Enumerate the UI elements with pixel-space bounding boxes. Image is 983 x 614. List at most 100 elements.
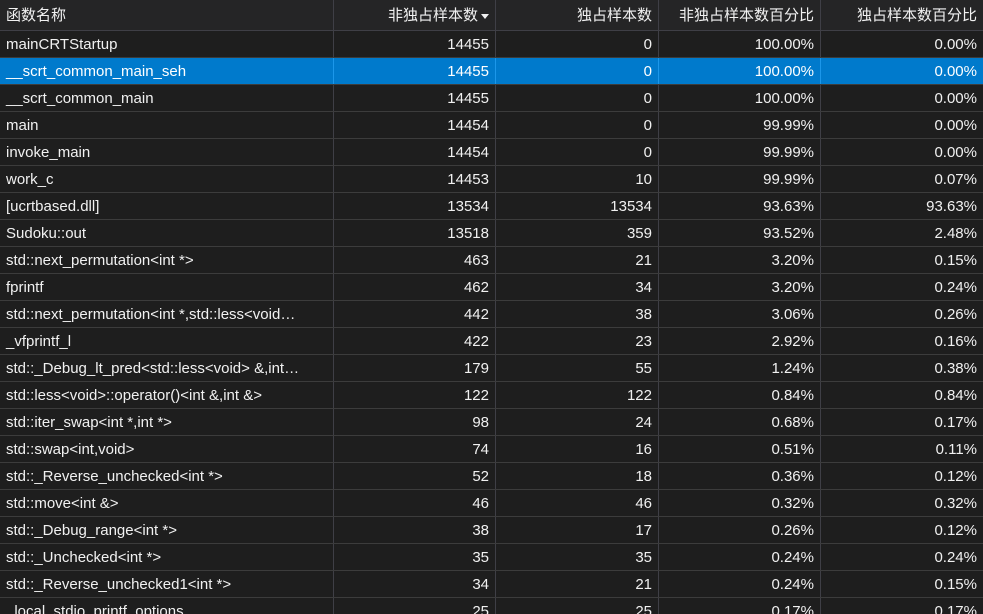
cell-exclusive-samples: 35 <box>496 544 659 570</box>
cell-function-name: std::next_permutation<int *> <box>0 247 334 273</box>
function-summary-grid: 函数名称 非独占样本数 独占样本数 非独占样本数百分比 独占样本数百分比 mai… <box>0 0 983 614</box>
cell-exclusive-percent: 0.17% <box>934 414 977 431</box>
cell-inclusive-percent: 93.52% <box>659 220 821 246</box>
cell-inclusive-percent: 0.36% <box>659 463 821 489</box>
table-row[interactable]: std::iter_swap<int *,int *> 98 24 0.68% 0.17… <box>0 409 983 436</box>
cell-function-name: __scrt_common_main <box>0 85 334 111</box>
cell-inclusive-percent: 100.00% <box>659 85 821 111</box>
cell-exclusive-percent: 93.63% <box>926 198 977 215</box>
cell-exclusive-percent: 0.32% <box>934 495 977 512</box>
column-header-label: 非独占样本数百分比 <box>678 7 814 24</box>
column-header-inclusive-percent[interactable]: 非独占样本数百分比 <box>659 0 821 30</box>
cell-inclusive-samples: 34 <box>334 571 496 597</box>
cell-exclusive-percent: 0.12% <box>934 468 977 485</box>
cell-inclusive-percent: 1.24% <box>659 355 821 381</box>
table-row[interactable]: Sudoku::out 13518 359 93.52% 2.48% <box>0 220 983 247</box>
cell-exclusive-percent: 0.00% <box>934 63 977 80</box>
cell-inclusive-percent: 0.24% <box>659 544 821 570</box>
table-row[interactable]: std::_Debug_lt_pred<std::less<void> &,in… <box>0 355 983 382</box>
cell-inclusive-percent: 99.99% <box>659 112 821 138</box>
cell-exclusive-percent: 0.24% <box>934 549 977 566</box>
cell-function-name: std::move<int &> <box>0 490 334 516</box>
column-header-function-name[interactable]: 函数名称 <box>0 0 334 30</box>
cell-function-name: mainCRTStartup <box>0 31 334 57</box>
table-row[interactable]: fprintf 462 34 3.20% 0.24% <box>0 274 983 301</box>
cell-function-name: _vfprintf_l <box>0 328 334 354</box>
cell-inclusive-samples: 463 <box>334 247 496 273</box>
table-row[interactable]: _vfprintf_l 422 23 2.92% 0.16% <box>0 328 983 355</box>
cell-exclusive-samples: 55 <box>496 355 659 381</box>
cell-inclusive-percent: 0.17% <box>659 598 821 614</box>
cell-inclusive-samples: 98 <box>334 409 496 435</box>
table-row[interactable]: std::next_permutation<int *,std::less<vo… <box>0 301 983 328</box>
cell-inclusive-samples: 35 <box>334 544 496 570</box>
cell-exclusive-samples: 23 <box>496 328 659 354</box>
cell-function-name: main <box>0 112 334 138</box>
column-header-exclusive-percent[interactable]: 独占样本数百分比 <box>821 0 983 30</box>
table-row[interactable]: std::_Reverse_unchecked<int *> 52 18 0.36% 0… <box>0 463 983 490</box>
cell-inclusive-samples: 442 <box>334 301 496 327</box>
column-header-inclusive-samples[interactable]: 非独占样本数 <box>334 0 496 30</box>
cell-inclusive-samples: 14455 <box>334 58 496 84</box>
cell-inclusive-percent: 100.00% <box>659 31 821 57</box>
cell-exclusive-samples: 21 <box>496 571 659 597</box>
cell-exclusive-percent: 0.16% <box>934 333 977 350</box>
cell-inclusive-samples: 14454 <box>334 139 496 165</box>
cell-inclusive-percent: 99.99% <box>659 166 821 192</box>
cell-function-name: Sudoku::out <box>0 220 334 246</box>
table-row[interactable]: std::swap<int,void> 74 16 0.51% 0.11% <box>0 436 983 463</box>
cell-exclusive-samples: 46 <box>496 490 659 516</box>
cell-inclusive-percent: 3.20% <box>659 247 821 273</box>
cell-exclusive-samples: 17 <box>496 517 659 543</box>
column-header-row: 函数名称 非独占样本数 独占样本数 非独占样本数百分比 独占样本数百分比 <box>0 0 983 31</box>
cell-inclusive-samples: 14455 <box>334 31 496 57</box>
cell-exclusive-percent: 0.00% <box>934 36 977 53</box>
cell-function-name: __scrt_common_main_seh <box>0 58 334 84</box>
column-header-label: 独占样本数百分比 <box>856 7 977 24</box>
cell-exclusive-percent: 0.00% <box>934 144 977 161</box>
cell-function-name: std::next_permutation<int *,std::less<vo… <box>0 301 334 327</box>
cell-exclusive-percent: 0.24% <box>934 279 977 296</box>
cell-function-name: std::_Reverse_unchecked1<int *> <box>0 571 334 597</box>
cell-inclusive-percent: 0.26% <box>659 517 821 543</box>
column-header-exclusive-samples[interactable]: 独占样本数 <box>496 0 659 30</box>
cell-function-name: [ucrtbased.dll] <box>0 193 334 219</box>
table-row[interactable]: std::move<int &> 46 46 0.32% 0.32% <box>0 490 983 517</box>
table-row[interactable]: work_c 14453 10 99.99% 0.07% <box>0 166 983 193</box>
table-row[interactable]: _local_stdio_printf_options 25 25 0.17% 0.17… <box>0 598 983 614</box>
cell-exclusive-percent: 0.38% <box>934 360 977 377</box>
cell-inclusive-samples: 13534 <box>334 193 496 219</box>
cell-exclusive-samples: 21 <box>496 247 659 273</box>
cell-exclusive-samples: 34 <box>496 274 659 300</box>
cell-exclusive-samples: 10 <box>496 166 659 192</box>
cell-exclusive-samples: 18 <box>496 463 659 489</box>
table-row[interactable]: std::_Reverse_unchecked1<int *> 34 21 0.24%… <box>0 571 983 598</box>
cell-exclusive-percent: 0.26% <box>934 306 977 323</box>
table-row[interactable]: __scrt_common_main_seh 14455 0 100.00% 0.00% <box>0 58 983 85</box>
table-row[interactable]: __scrt_common_main 14455 0 100.00% 0.00% <box>0 85 983 112</box>
cell-inclusive-samples: 462 <box>334 274 496 300</box>
cell-exclusive-percent: 2.48% <box>934 225 977 242</box>
table-row[interactable]: std::_Unchecked<int *> 35 35 0.24% 0.24% <box>0 544 983 571</box>
cell-inclusive-samples: 422 <box>334 328 496 354</box>
cell-exclusive-percent: 0.84% <box>934 387 977 404</box>
cell-exclusive-samples: 0 <box>496 139 659 165</box>
table-row[interactable]: main 14454 0 99.99% 0.00% <box>0 112 983 139</box>
cell-function-name: invoke_main <box>0 139 334 165</box>
cell-inclusive-samples: 74 <box>334 436 496 462</box>
cell-exclusive-samples: 16 <box>496 436 659 462</box>
cell-inclusive-samples: 13518 <box>334 220 496 246</box>
table-row[interactable]: invoke_main 14454 0 99.99% 0.00% <box>0 139 983 166</box>
table-row[interactable]: std::_Debug_range<int *> 38 17 0.26% 0.12% <box>0 517 983 544</box>
table-row[interactable]: std::next_permutation<int *> 463 21 3.20% 0.… <box>0 247 983 274</box>
cell-inclusive-samples: 14455 <box>334 85 496 111</box>
table-row[interactable]: std::less<void>::operator()<int &,int &>… <box>0 382 983 409</box>
table-row[interactable]: mainCRTStartup 14455 0 100.00% 0.00% <box>0 31 983 58</box>
cell-exclusive-percent: 0.15% <box>934 252 977 269</box>
cell-inclusive-samples: 25 <box>334 598 496 614</box>
table-row[interactable]: [ucrtbased.dll] 13534 13534 93.63% 93.63% <box>0 193 983 220</box>
cell-exclusive-samples: 25 <box>496 598 659 614</box>
cell-function-name: std::less<void>::operator()<int &,int &> <box>0 382 334 408</box>
cell-exclusive-percent: 0.00% <box>934 117 977 134</box>
cell-exclusive-samples: 0 <box>496 85 659 111</box>
